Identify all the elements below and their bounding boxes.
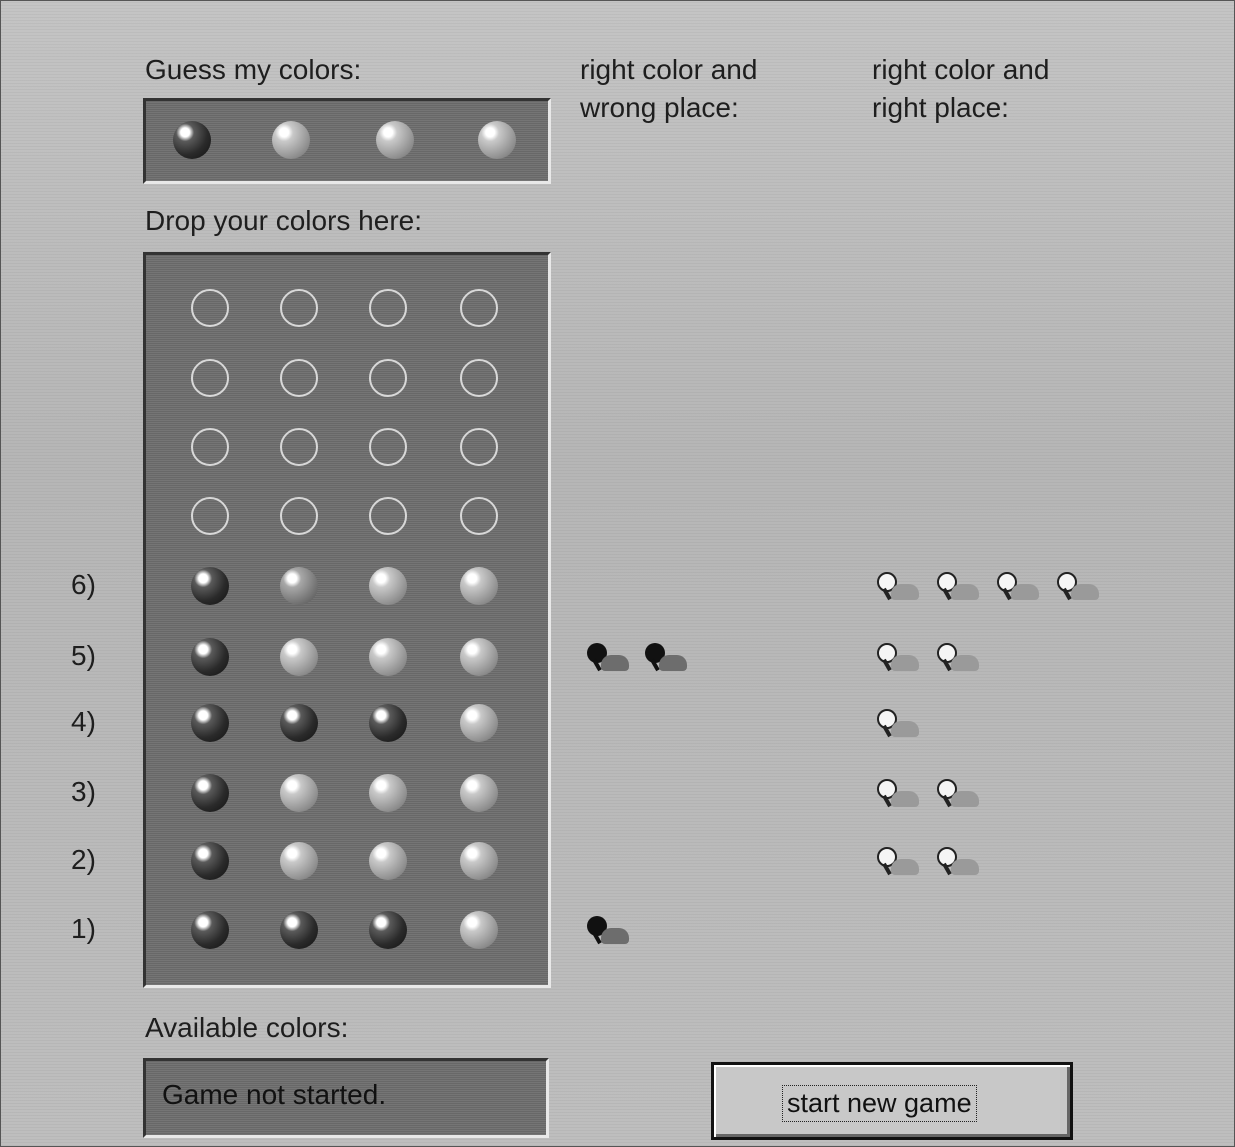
drop-label: Drop your colors here:	[145, 205, 423, 236]
guess-color-ball	[369, 911, 407, 949]
row-number: 2)	[71, 844, 96, 875]
empty-slot[interactable]	[369, 428, 407, 466]
empty-slot[interactable]	[191, 359, 229, 397]
secret-color-ball	[478, 121, 516, 159]
guess-color-ball	[191, 774, 229, 812]
white-peg-icon	[873, 572, 919, 602]
black-peg-icon	[583, 643, 629, 673]
empty-slot[interactable]	[280, 428, 318, 466]
guess-color-ball	[460, 911, 498, 949]
empty-slot[interactable]	[460, 359, 498, 397]
right-place-label-line2: right place:	[872, 92, 1009, 123]
white-peg-icon	[933, 572, 979, 602]
empty-slot[interactable]	[280, 289, 318, 327]
guess-color-ball	[369, 638, 407, 676]
empty-slot[interactable]	[280, 359, 318, 397]
guess-color-ball	[280, 911, 318, 949]
guess-color-ball	[460, 567, 498, 605]
row-number: 3)	[71, 776, 96, 807]
guess-color-ball	[191, 638, 229, 676]
guess-color-ball	[191, 911, 229, 949]
white-peg-icon	[933, 779, 979, 809]
guess-color-ball	[280, 704, 318, 742]
empty-slot[interactable]	[280, 497, 318, 535]
white-peg-icon	[993, 572, 1039, 602]
guess-color-ball	[460, 842, 498, 880]
white-peg-icon	[873, 709, 919, 739]
secret-color-ball	[376, 121, 414, 159]
wrong-place-label-line2: wrong place:	[580, 92, 739, 123]
white-peg-icon	[933, 847, 979, 877]
right-place-label-line1: right color and	[872, 54, 1050, 85]
row-number: 6)	[71, 569, 96, 600]
white-peg-icon	[873, 779, 919, 809]
guess-color-ball	[191, 567, 229, 605]
guess-color-ball	[369, 842, 407, 880]
white-peg-icon	[1053, 572, 1099, 602]
secret-color-ball	[173, 121, 211, 159]
available-colors-panel[interactable]: Game not started.	[143, 1058, 549, 1138]
guess-color-ball	[280, 774, 318, 812]
black-peg-icon	[583, 916, 629, 946]
guess-color-ball	[460, 704, 498, 742]
row-number: 4)	[71, 706, 96, 737]
white-peg-icon	[873, 847, 919, 877]
guess-color-ball	[369, 704, 407, 742]
guess-color-ball	[369, 774, 407, 812]
empty-slot[interactable]	[369, 289, 407, 327]
empty-slot[interactable]	[191, 497, 229, 535]
empty-slot[interactable]	[369, 497, 407, 535]
guess-color-ball	[191, 842, 229, 880]
wrong-place-label-line1: right color and	[580, 54, 758, 85]
guess-color-ball	[460, 638, 498, 676]
guess-color-ball	[460, 774, 498, 812]
status-text: Game not started.	[162, 1079, 387, 1110]
start-new-game-label: start new game	[782, 1085, 977, 1122]
guess-color-ball	[280, 842, 318, 880]
black-peg-icon	[641, 643, 687, 673]
empty-slot[interactable]	[369, 359, 407, 397]
empty-slot[interactable]	[460, 497, 498, 535]
row-number: 1)	[71, 913, 96, 944]
guess-color-ball	[369, 567, 407, 605]
guess-color-ball	[280, 638, 318, 676]
empty-slot[interactable]	[460, 428, 498, 466]
start-new-game-button[interactable]: start new game	[711, 1062, 1073, 1140]
white-peg-icon	[873, 643, 919, 673]
empty-slot[interactable]	[460, 289, 498, 327]
row-number: 5)	[71, 640, 96, 671]
secret-color-ball	[272, 121, 310, 159]
guess-label: Guess my colors:	[145, 54, 362, 85]
available-label: Available colors:	[145, 1012, 349, 1043]
guess-color-ball	[191, 704, 229, 742]
guess-color-ball	[280, 567, 318, 605]
empty-slot[interactable]	[191, 428, 229, 466]
white-peg-icon	[933, 643, 979, 673]
empty-slot[interactable]	[191, 289, 229, 327]
